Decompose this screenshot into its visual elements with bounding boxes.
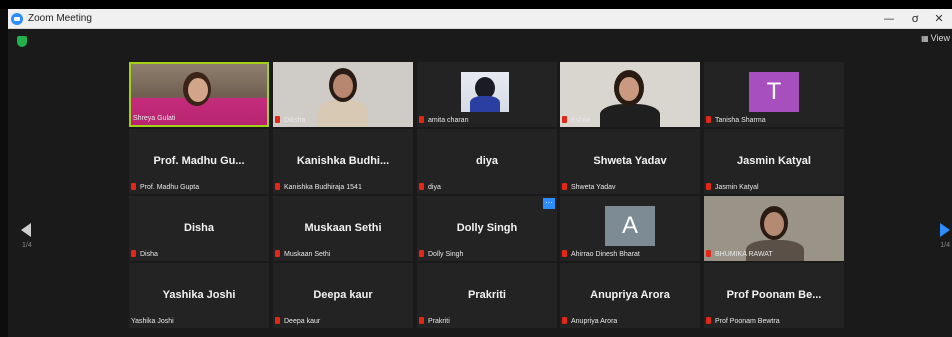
participant-label: Prakriti bbox=[419, 317, 450, 325]
muted-mic-icon bbox=[419, 250, 424, 257]
profile-photo bbox=[461, 72, 509, 112]
participant-display-name: Anupriya Arora bbox=[590, 289, 670, 301]
participant-label: Ahirrao Dinesh Bharat bbox=[562, 250, 640, 258]
page-indicator-right: 1/4 bbox=[940, 242, 950, 249]
participant-tile-diya[interactable]: diya diya bbox=[417, 129, 557, 194]
participant-label: Shreya Gulati bbox=[133, 115, 176, 122]
participant-label: Yashika Joshi bbox=[131, 318, 174, 325]
participant-display-name: Dolly Singh bbox=[456, 222, 518, 234]
participant-label: Dolly Singh bbox=[419, 250, 463, 258]
participant-display-name: Muskaan Sethi bbox=[304, 222, 382, 234]
avatar-initial: T bbox=[749, 72, 799, 112]
participant-tile-yashika-joshi[interactable]: Yashika Joshi Yashika Joshi bbox=[129, 263, 269, 328]
muted-mic-icon bbox=[562, 183, 567, 190]
participant-label: Kanishka Budhiraja 1541 bbox=[275, 183, 362, 191]
muted-mic-icon bbox=[562, 116, 567, 123]
previous-page-icon[interactable] bbox=[21, 223, 31, 237]
participant-display-name: Prof. Madhu Gu... bbox=[153, 155, 245, 167]
participant-tile-shreya-gulati[interactable]: Shreya Gulati bbox=[129, 62, 269, 127]
participant-tile-madhu-gupta[interactable]: Prof. Madhu Gu... Prof. Madhu Gupta bbox=[129, 129, 269, 194]
muted-mic-icon bbox=[706, 317, 711, 324]
participant-label: Prof Poonam Bewtra bbox=[706, 317, 780, 325]
participant-display-name: Disha bbox=[184, 222, 214, 234]
muted-mic-icon bbox=[562, 317, 567, 324]
close-button[interactable]: ✕ bbox=[928, 10, 950, 28]
muted-mic-icon bbox=[275, 317, 280, 324]
participant-tile-bhumika-rawat[interactable]: BHUMIKA RAWAT bbox=[704, 196, 844, 261]
screen-top-edge bbox=[0, 0, 952, 9]
window-title: Zoom Meeting bbox=[28, 13, 92, 24]
participant-label: Diksha bbox=[275, 116, 305, 124]
participant-label: Muskaan Sethi bbox=[275, 250, 330, 258]
page-indicator-left: 1/4 bbox=[22, 242, 32, 249]
participant-display-name: Jasmin Katyal bbox=[737, 155, 811, 167]
participant-display-name: diya bbox=[475, 155, 498, 167]
muted-mic-icon bbox=[706, 183, 711, 190]
participant-label: Shweta Yadav bbox=[562, 183, 616, 191]
grid-icon: ▦ bbox=[921, 34, 929, 43]
muted-mic-icon bbox=[275, 183, 280, 190]
participant-tile-anupriya-arora[interactable]: Anupriya Arora Anupriya Arora bbox=[560, 263, 700, 328]
participant-tile-eshita[interactable]: Eshita bbox=[560, 62, 700, 127]
participant-tile-amita-charan[interactable]: amita charan bbox=[417, 62, 557, 127]
participant-tile-tanisha-sharma[interactable]: T Tanisha Sharma bbox=[704, 62, 844, 127]
avatar-initial: A bbox=[605, 206, 655, 246]
muted-mic-icon bbox=[419, 183, 424, 190]
participant-display-name: Kanishka Budhi... bbox=[296, 155, 390, 167]
muted-mic-icon bbox=[419, 116, 424, 123]
participant-display-name: Deepa kaur bbox=[313, 289, 373, 301]
muted-mic-icon bbox=[706, 116, 711, 123]
participant-tile-shweta-yadav[interactable]: Shweta Yadav Shweta Yadav bbox=[560, 129, 700, 194]
participant-label: Disha bbox=[131, 250, 158, 258]
muted-mic-icon bbox=[275, 250, 280, 257]
minimize-button[interactable]: — bbox=[878, 10, 900, 28]
participant-tile-muskaan-sethi[interactable]: Muskaan Sethi Muskaan Sethi bbox=[273, 196, 413, 261]
muted-mic-icon bbox=[706, 250, 711, 257]
participant-label: BHUMIKA RAWAT bbox=[706, 250, 773, 258]
more-options-button[interactable]: ··· bbox=[543, 198, 555, 209]
participant-display-name: Yashika Joshi bbox=[162, 289, 236, 301]
participant-tile-disha[interactable]: Disha Disha bbox=[129, 196, 269, 261]
participant-display-name: Shweta Yadav bbox=[593, 155, 667, 167]
participant-tile-ahirrao-dinesh-bharat[interactable]: A Ahirrao Dinesh Bharat bbox=[560, 196, 700, 261]
participant-display-name: Prakriti bbox=[468, 289, 506, 301]
participant-label: Jasmin Katyal bbox=[706, 183, 759, 191]
participant-tile-deepa-kaur[interactable]: Deepa kaur Deepa kaur bbox=[273, 263, 413, 328]
participant-tile-dolly-singh[interactable]: ··· Dolly Singh Dolly Singh bbox=[417, 196, 557, 261]
participant-label: Anupriya Arora bbox=[562, 317, 617, 325]
participant-tile-prakriti[interactable]: Prakriti Prakriti bbox=[417, 263, 557, 328]
participant-label: Eshita bbox=[562, 116, 590, 124]
participant-display-name: Prof Poonam Be... bbox=[726, 289, 822, 301]
muted-mic-icon bbox=[131, 183, 136, 190]
participant-label: diya bbox=[419, 183, 441, 191]
participant-label: amita charan bbox=[419, 116, 468, 124]
participant-tile-kanishka-budhiraja[interactable]: Kanishka Budhi... Kanishka Budhiraja 154… bbox=[273, 129, 413, 194]
view-button[interactable]: ▦ View bbox=[921, 33, 950, 43]
muted-mic-icon bbox=[131, 250, 136, 257]
participant-tile-poonam-bewtra[interactable]: Prof Poonam Be... Prof Poonam Bewtra bbox=[704, 263, 844, 328]
encryption-shield-icon[interactable] bbox=[17, 36, 27, 47]
participant-tile-jasmin-katyal[interactable]: Jasmin Katyal Jasmin Katyal bbox=[704, 129, 844, 194]
muted-mic-icon bbox=[419, 317, 424, 324]
participant-label: Tanisha Sharma bbox=[706, 116, 766, 124]
participant-tile-diksha[interactable]: Diksha bbox=[273, 62, 413, 127]
window-titlebar: Zoom Meeting — ơ ✕ bbox=[8, 9, 952, 29]
next-page-icon[interactable] bbox=[940, 223, 950, 237]
restore-button[interactable]: ơ bbox=[904, 10, 926, 28]
muted-mic-icon bbox=[562, 250, 567, 257]
meeting-stage: ▦ View 1/4 1/4 Shreya Gulati Diksha amita… bbox=[8, 29, 952, 337]
muted-mic-icon bbox=[275, 116, 280, 123]
zoom-app-icon bbox=[11, 13, 23, 25]
participant-label: Prof. Madhu Gupta bbox=[131, 183, 199, 191]
participant-label: Deepa kaur bbox=[275, 317, 320, 325]
